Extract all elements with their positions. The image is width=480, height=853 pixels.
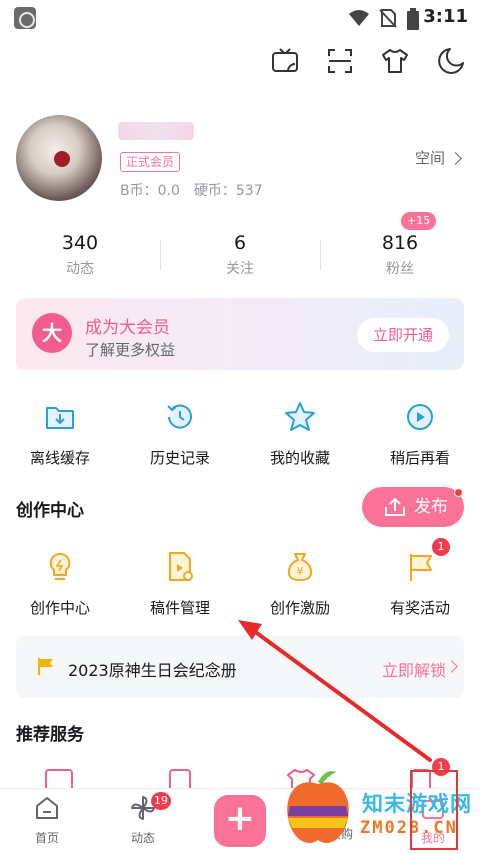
nav-home[interactable]: 首页 [12, 795, 82, 846]
dynamics-badge: 19 [151, 792, 171, 810]
watermark-logo-icon [287, 771, 349, 844]
recommend-section-title: 推荐服务 [16, 725, 84, 745]
create-plus-button[interactable]: + [214, 795, 266, 847]
annotation-highlight-box [410, 770, 458, 850]
plus-icon: + [224, 798, 256, 839]
nav-label: 首页 [34, 831, 59, 845]
nav-label: 动态 [130, 831, 155, 845]
home-icon [36, 797, 58, 819]
